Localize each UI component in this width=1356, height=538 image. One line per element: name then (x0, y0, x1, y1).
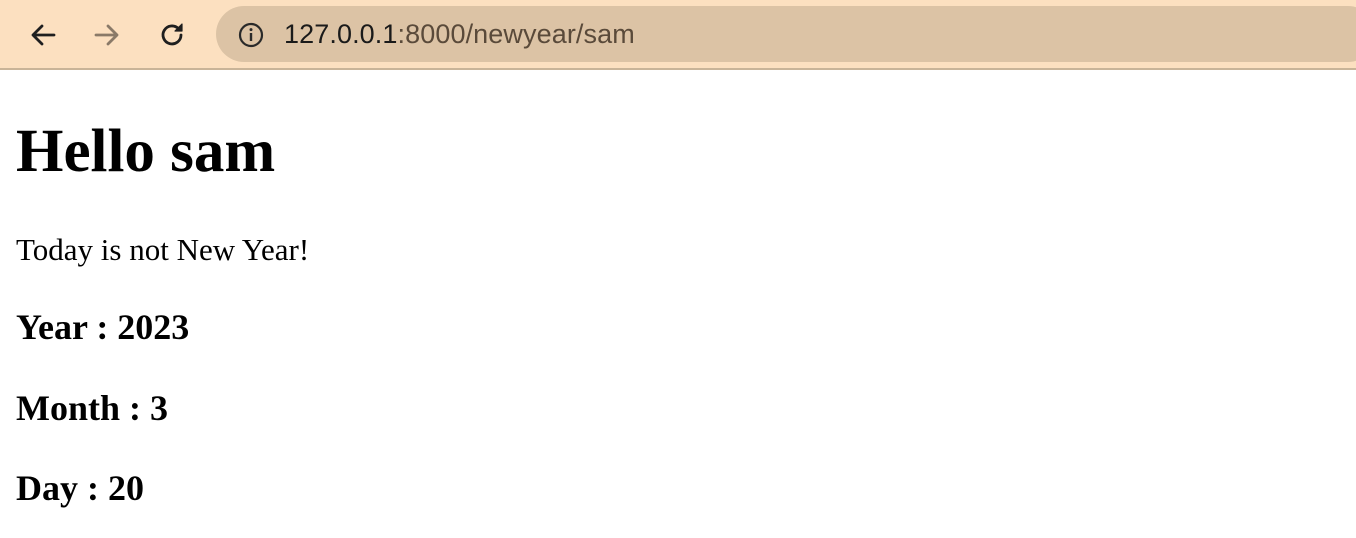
address-bar[interactable]: 127.0.0.1:8000/newyear/sam (216, 6, 1356, 62)
arrow-right-icon (94, 24, 119, 46)
reload-button[interactable] (152, 15, 192, 55)
month-line: Month : 3 (16, 388, 168, 428)
reload-icon (161, 23, 183, 46)
year-line: Year : 2023 (16, 307, 190, 347)
day-line: Day : 20 (16, 468, 144, 508)
forward-button[interactable] (87, 15, 127, 55)
browser-toolbar: 127.0.0.1:8000/newyear/sam (0, 0, 1356, 70)
url-path: :8000/newyear/sam (397, 19, 635, 49)
page-heading: Hello sam (16, 118, 276, 185)
arrow-left-icon (31, 24, 56, 46)
url-text[interactable]: 127.0.0.1:8000/newyear/sam (284, 6, 635, 62)
url-host: 127.0.0.1 (284, 19, 398, 49)
back-button[interactable] (23, 15, 63, 55)
new-year-message: Today is not New Year! (16, 232, 310, 267)
info-icon[interactable] (238, 22, 264, 48)
